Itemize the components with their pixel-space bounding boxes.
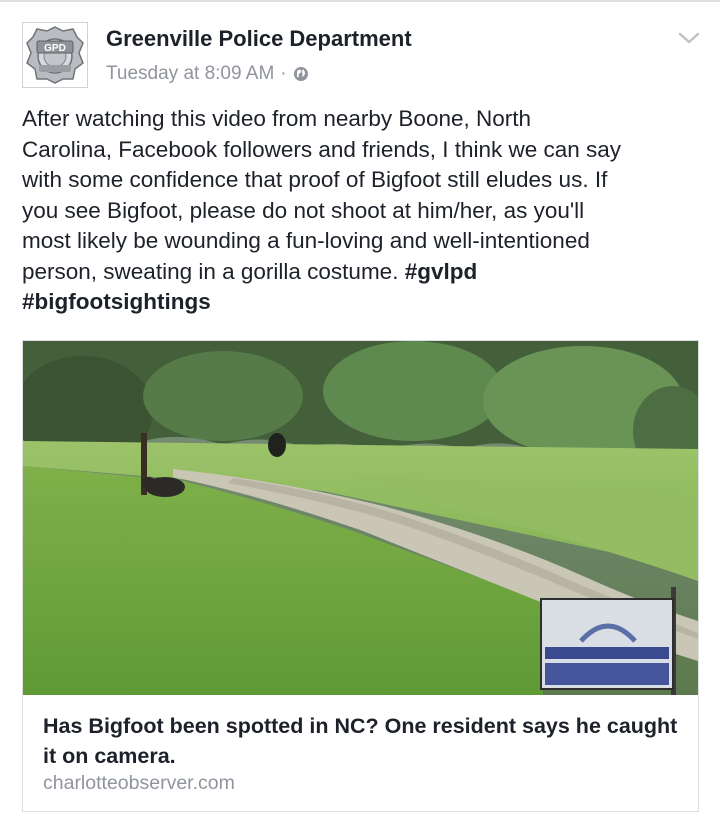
- page-avatar[interactable]: GPD: [22, 22, 88, 88]
- link-domain: charlotteobserver.com: [43, 772, 235, 794]
- link-preview-caption[interactable]: Has Bigfoot been spotted in NC? One resi…: [23, 695, 698, 811]
- meta-separator: ·: [280, 63, 287, 84]
- link-title[interactable]: Has Bigfoot been spotted in NC? One resi…: [43, 711, 683, 771]
- link-preview-image[interactable]: [23, 341, 698, 695]
- globe-icon[interactable]: [293, 66, 309, 82]
- post-meta: Tuesday at 8:09 AM ·: [106, 63, 309, 85]
- hashtag-bigfootsightings[interactable]: #bigfootsightings: [22, 289, 211, 314]
- page-name-link[interactable]: Greenville Police Department: [106, 26, 412, 52]
- link-preview-card[interactable]: Has Bigfoot been spotted in NC? One resi…: [22, 340, 699, 812]
- post-text: After watching this video from nearby Bo…: [22, 106, 622, 284]
- chevron-down-icon[interactable]: [677, 30, 701, 46]
- post-timestamp[interactable]: Tuesday at 8:09 AM: [106, 63, 274, 85]
- post-body: After watching this video from nearby Bo…: [22, 104, 702, 318]
- top-divider: [0, 0, 720, 2]
- hashtag-gvlpd[interactable]: #gvlpd: [405, 259, 478, 284]
- police-badge-icon: GPD: [26, 26, 84, 84]
- svg-text:GPD: GPD: [44, 43, 66, 54]
